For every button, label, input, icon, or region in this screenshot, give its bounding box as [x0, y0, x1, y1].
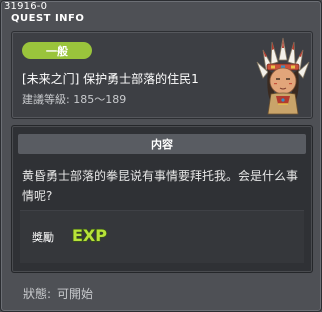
quest-description: 黄昏勇士部落的拳昆说有事情要拜托我。会是什么事情呢? — [22, 169, 299, 203]
exp-label: EXP — [72, 226, 107, 245]
category-badge: 一般 — [22, 42, 92, 59]
quest-level-range: 建議等級: 185～189 — [22, 93, 127, 106]
content-header: 内容 — [18, 134, 306, 154]
status-value: 可開始 — [57, 287, 94, 301]
quest-name: [未来之门] 保护勇士部落的住民1 — [22, 72, 199, 86]
quest-content-panel: 内容 黄昏勇士部落的拳昆说有事情要拜托我。会是什么事情呢? 獎勵 EXP — [11, 125, 313, 273]
exp-icon: EXP — [71, 225, 107, 245]
quest-status: 狀態: 可開始 — [23, 285, 93, 302]
window-title[interactable]: QUEST INFO — [11, 13, 84, 24]
reward-label: 獎勵 — [32, 231, 54, 244]
quest-info-window: 31916-0 QUEST INFO 一般 [未来之门] 保护勇士部落的住民1 … — [0, 0, 322, 312]
quest-info-panel: 一般 [未来之门] 保护勇士部落的住民1 建議等級: 185～189 — [11, 31, 313, 119]
reward-section: 獎勵 EXP — [20, 210, 304, 263]
status-label: 狀態: — [23, 287, 52, 301]
npc-chief-portrait-icon — [256, 37, 310, 115]
quest-id: 31916-0 — [4, 1, 48, 12]
